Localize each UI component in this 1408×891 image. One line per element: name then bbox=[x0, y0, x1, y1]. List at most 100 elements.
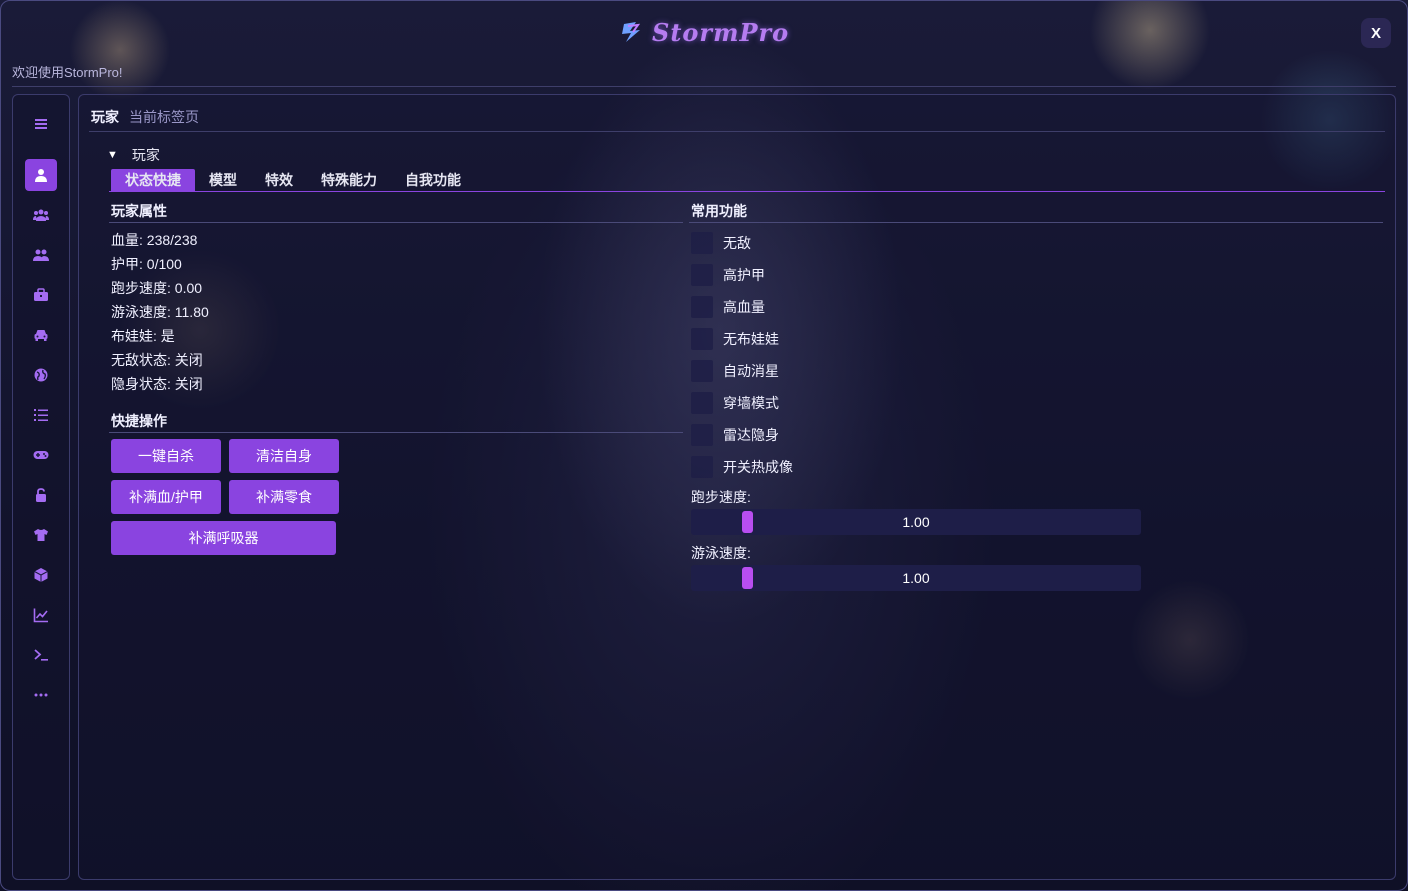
attr-run-speed: 跑步速度: 0.00 bbox=[111, 280, 203, 296]
toggle-label: 开关热成像 bbox=[723, 459, 793, 475]
toggle-label: 穿墙模式 bbox=[723, 395, 779, 411]
checkbox[interactable] bbox=[691, 296, 713, 318]
globe-icon bbox=[34, 368, 48, 382]
sidebar bbox=[12, 94, 70, 880]
tab-effects[interactable]: 特效 bbox=[251, 169, 307, 191]
player-attrs-title: 玩家属性 bbox=[111, 203, 167, 219]
sidebar-item-vehicles[interactable] bbox=[25, 319, 57, 351]
terminal-icon bbox=[34, 649, 48, 661]
sidebar-item-list[interactable] bbox=[25, 399, 57, 431]
checkbox[interactable] bbox=[691, 360, 713, 382]
user-pair-icon bbox=[33, 249, 49, 261]
checkbox[interactable] bbox=[691, 392, 713, 414]
attr-godmode: 无敌状态: 关闭 bbox=[111, 352, 203, 368]
attr-swim-speed: 游泳速度: 11.80 bbox=[111, 304, 209, 320]
swim-speed-label: 游泳速度: bbox=[691, 545, 751, 561]
tab-self-functions[interactable]: 自我功能 bbox=[391, 169, 475, 191]
storm-logo-icon bbox=[622, 22, 641, 42]
attr-invisible: 隐身状态: 关闭 bbox=[111, 376, 203, 392]
common-functions-divider bbox=[689, 222, 1383, 223]
section-title: 玩家 bbox=[131, 147, 160, 163]
toggle-auto-clear-wanted[interactable]: 自动消星 bbox=[691, 360, 779, 382]
checkbox[interactable] bbox=[691, 328, 713, 350]
attr-health: 血量: 238/238 bbox=[111, 232, 198, 248]
attr-ragdoll: 布娃娃: 是 bbox=[111, 328, 175, 344]
toggle-label: 自动消星 bbox=[723, 363, 779, 379]
tab-status-shortcuts[interactable]: 状态快捷 bbox=[111, 169, 195, 191]
toggle-high-health[interactable]: 高血量 bbox=[691, 296, 765, 318]
close-button[interactable]: X bbox=[1361, 18, 1391, 48]
breadcrumb-section: 玩家 bbox=[91, 109, 119, 125]
tab-special-abilities[interactable]: 特殊能力 bbox=[307, 169, 391, 191]
clean-self-button[interactable]: 清洁自身 bbox=[229, 439, 339, 473]
toggle-label: 无敌 bbox=[723, 235, 751, 251]
quick-ops-divider bbox=[109, 432, 683, 433]
run-speed-slider[interactable]: 1.00 bbox=[691, 509, 1141, 535]
refill-health-armor-button[interactable]: 补满血/护甲 bbox=[111, 480, 221, 514]
car-icon bbox=[34, 330, 48, 341]
swim-speed-slider[interactable]: 1.00 bbox=[691, 565, 1141, 591]
toggle-no-ragdoll[interactable]: 无布娃娃 bbox=[691, 328, 779, 350]
briefcase-icon bbox=[34, 288, 48, 301]
sidebar-item-games[interactable] bbox=[25, 439, 57, 471]
toggle-label: 高血量 bbox=[723, 299, 765, 315]
section-header[interactable]: ▼ 玩家 bbox=[107, 145, 160, 165]
lock-icon bbox=[36, 488, 46, 502]
users-group-icon bbox=[33, 209, 49, 221]
checkbox[interactable] bbox=[691, 456, 713, 478]
tab-underline bbox=[109, 191, 1385, 192]
collapse-triangle-icon: ▼ bbox=[107, 149, 118, 161]
breadcrumb-current: 当前标签页 bbox=[129, 109, 199, 125]
list-icon bbox=[34, 409, 48, 421]
sidebar-item-more[interactable] bbox=[25, 679, 57, 711]
tab-bar: 状态快捷 模型 特效 特殊能力 自我功能 bbox=[111, 169, 475, 191]
breadcrumb: 玩家 当前标签页 bbox=[91, 107, 199, 127]
checkbox[interactable] bbox=[691, 232, 713, 254]
run-speed-label: 跑步速度: bbox=[691, 489, 751, 505]
player-attrs-divider bbox=[109, 222, 683, 223]
user-icon bbox=[35, 169, 47, 182]
sidebar-item-online-players[interactable] bbox=[25, 199, 57, 231]
checkbox[interactable] bbox=[691, 424, 713, 446]
toggle-high-armor[interactable]: 高护甲 bbox=[691, 264, 765, 286]
menu-icon bbox=[35, 119, 47, 129]
sidebar-item-menu[interactable] bbox=[25, 108, 57, 140]
sidebar-item-stats[interactable] bbox=[25, 599, 57, 631]
sidebar-item-unlock[interactable] bbox=[25, 479, 57, 511]
sidebar-item-jobs[interactable] bbox=[25, 279, 57, 311]
refill-rebreather-button[interactable]: 补满呼吸器 bbox=[111, 521, 336, 555]
toggle-label: 雷达隐身 bbox=[723, 427, 779, 443]
sidebar-item-outfit[interactable] bbox=[25, 519, 57, 551]
toggle-godmode[interactable]: 无敌 bbox=[691, 232, 751, 254]
welcome-text: 欢迎使用StormPro! bbox=[12, 65, 123, 80]
sidebar-item-objects[interactable] bbox=[25, 559, 57, 591]
quick-ops-title: 快捷操作 bbox=[111, 413, 167, 429]
sidebar-item-player[interactable] bbox=[25, 159, 57, 191]
chart-icon bbox=[33, 608, 48, 623]
toggle-label: 高护甲 bbox=[723, 267, 765, 283]
sidebar-item-console[interactable] bbox=[25, 639, 57, 671]
gamepad-icon bbox=[33, 451, 49, 459]
toggle-label: 无布娃娃 bbox=[723, 331, 779, 347]
tab-model[interactable]: 模型 bbox=[195, 169, 251, 191]
sidebar-item-world[interactable] bbox=[25, 359, 57, 391]
breadcrumb-divider bbox=[89, 131, 1385, 132]
sidebar-item-friends[interactable] bbox=[25, 239, 57, 271]
header-divider bbox=[12, 86, 1396, 87]
cube-icon bbox=[34, 568, 48, 582]
attr-armor: 护甲: 0/100 bbox=[111, 256, 182, 272]
more-icon bbox=[34, 693, 48, 697]
shirt-icon bbox=[34, 529, 48, 541]
common-functions-title: 常用功能 bbox=[691, 203, 747, 219]
slider-value: 1.00 bbox=[902, 570, 930, 586]
toggle-noclip[interactable]: 穿墙模式 bbox=[691, 392, 779, 414]
main-panel: 玩家 当前标签页 ▼ 玩家 状态快捷 模型 特效 特殊能力 自我功能 玩家属性 … bbox=[78, 94, 1396, 880]
suicide-button[interactable]: 一键自杀 bbox=[111, 439, 221, 473]
slider-value: 1.00 bbox=[902, 514, 930, 530]
checkbox[interactable] bbox=[691, 264, 713, 286]
toggle-radar-hidden[interactable]: 雷达隐身 bbox=[691, 424, 779, 446]
refill-snacks-button[interactable]: 补满零食 bbox=[229, 480, 339, 514]
app-logo: StormPro bbox=[620, 16, 789, 48]
app-logo-text: StormPro bbox=[652, 17, 790, 47]
toggle-thermal-vision[interactable]: 开关热成像 bbox=[691, 456, 793, 478]
